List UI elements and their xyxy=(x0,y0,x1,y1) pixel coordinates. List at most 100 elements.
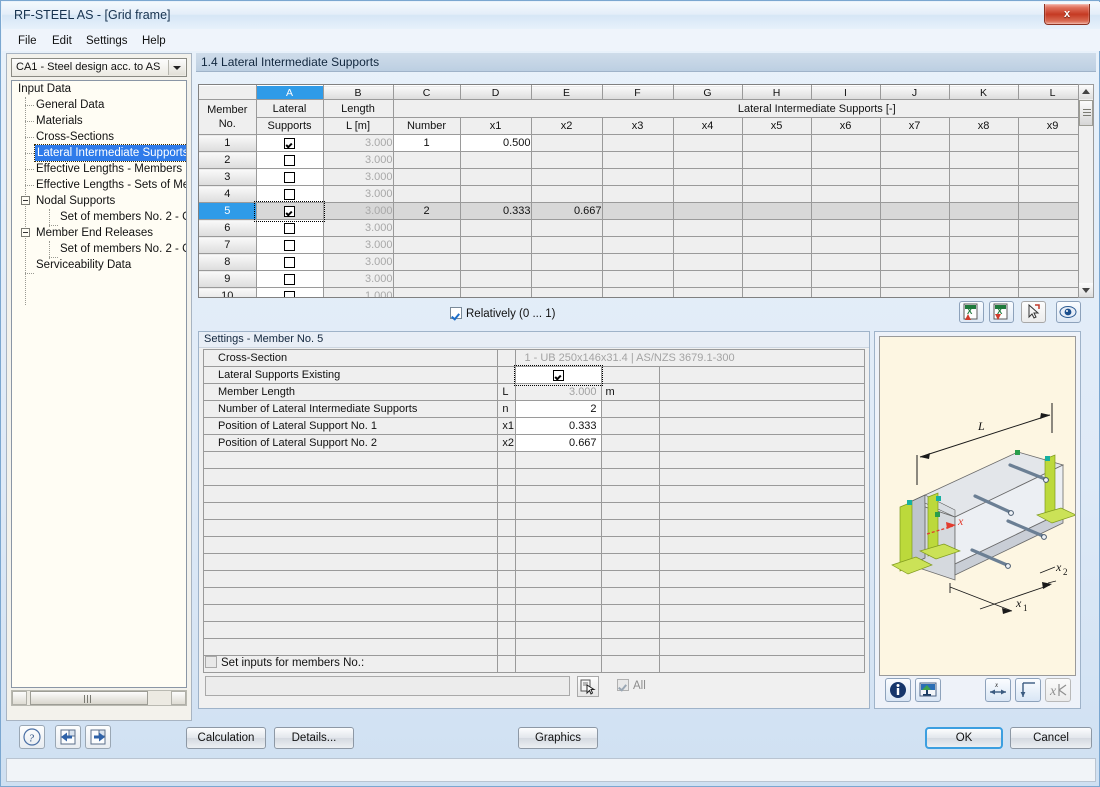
tree-item-effective-lengths-sets-of-members[interactable]: Effective Lengths - Sets of Men xyxy=(36,177,186,193)
grid-col-J[interactable]: J xyxy=(880,85,950,100)
cell-x1[interactable]: 0.500 xyxy=(460,134,532,152)
tree-item-serviceability-data[interactable]: Serviceability Data xyxy=(36,257,131,273)
cell-x6[interactable] xyxy=(811,168,881,186)
tree-item-nodal-supports-set-2[interactable]: Set of members No. 2 - Gird xyxy=(60,209,186,225)
tree-expander-member-end-releases[interactable] xyxy=(21,228,30,237)
import-from-excel-icon[interactable]: X xyxy=(959,301,984,323)
cell-lateral-supports[interactable] xyxy=(256,287,324,297)
settings-row-number-of-supports[interactable]: Number of Lateral Intermediate Supports … xyxy=(202,400,866,418)
cell-x4[interactable] xyxy=(673,287,743,297)
cell-x1[interactable] xyxy=(460,253,532,271)
cell-x4[interactable] xyxy=(673,219,743,237)
cell-number[interactable] xyxy=(393,185,461,203)
cell-x2[interactable] xyxy=(531,151,603,169)
grid-col-C[interactable]: C xyxy=(393,85,461,100)
cell-x8[interactable] xyxy=(949,253,1019,271)
checkbox-lateral-supports[interactable] xyxy=(284,188,295,200)
cell-lateral-supports[interactable] xyxy=(256,219,324,237)
cell-x4[interactable] xyxy=(673,185,743,203)
cell-length[interactable]: 3.000 xyxy=(323,151,394,169)
table-row[interactable]: 7 3.000 xyxy=(199,236,1080,254)
table-row[interactable]: 2 3.000 xyxy=(199,151,1080,169)
set-inputs-input[interactable] xyxy=(205,676,570,696)
cell-x7[interactable] xyxy=(880,202,950,220)
cell-x5[interactable] xyxy=(742,236,812,254)
cell-number[interactable] xyxy=(393,270,461,288)
scroll-up-icon[interactable] xyxy=(1079,85,1093,99)
table-row[interactable]: 10 1.000 xyxy=(199,287,1080,297)
checkbox-box[interactable] xyxy=(617,679,629,691)
cell-x2[interactable] xyxy=(531,219,603,237)
row-header[interactable]: 8 xyxy=(199,253,257,271)
settings-row-cross-section[interactable]: Cross-Section 1 - UB 250x146x31.4 | AS/N… xyxy=(202,349,865,367)
cell-x3[interactable] xyxy=(602,151,674,169)
grid-col-E[interactable]: E xyxy=(531,85,603,100)
cell-x2[interactable] xyxy=(531,253,603,271)
checkbox-lateral-supports[interactable] xyxy=(284,171,295,183)
cell-x9[interactable] xyxy=(1018,236,1080,254)
cell-x4[interactable] xyxy=(673,202,743,220)
row-header[interactable]: 6 xyxy=(199,219,257,237)
cell-x9[interactable] xyxy=(1018,202,1080,220)
cell-x3[interactable] xyxy=(602,219,674,237)
settings-row-empty[interactable] xyxy=(202,536,866,554)
cell-x9[interactable] xyxy=(1018,287,1080,297)
settings-row-empty[interactable] xyxy=(202,604,866,622)
cell-x5[interactable] xyxy=(742,151,812,169)
settings-checkbox-cell[interactable] xyxy=(513,364,604,386)
grid-col-H[interactable]: H xyxy=(742,85,812,100)
cell-x7[interactable] xyxy=(880,270,950,288)
cell-x4[interactable] xyxy=(673,236,743,254)
cell-x2[interactable] xyxy=(531,168,603,186)
menu-item-settings[interactable]: Settings xyxy=(80,33,134,49)
pick-from-model-icon[interactable] xyxy=(1021,301,1046,323)
cell-x2[interactable] xyxy=(531,287,603,297)
cell-length[interactable]: 3.000 xyxy=(323,134,394,152)
cell-x3[interactable] xyxy=(602,270,674,288)
pick-members-icon[interactable] xyxy=(577,676,599,697)
cell-x3[interactable] xyxy=(602,168,674,186)
checkbox-lateral-supports-existing[interactable] xyxy=(552,369,564,381)
cell-length[interactable]: 1.000 xyxy=(323,287,394,297)
cell-x8[interactable] xyxy=(949,134,1019,152)
row-header[interactable]: 1 xyxy=(199,134,257,152)
cell-x3[interactable] xyxy=(602,202,674,220)
cell-x7[interactable] xyxy=(880,253,950,271)
graphics-button[interactable]: Graphics xyxy=(518,727,598,749)
cell-x1[interactable] xyxy=(460,151,532,169)
cell-number[interactable]: 1 xyxy=(393,134,461,152)
cell-number[interactable] xyxy=(393,168,461,186)
render-mode-icon[interactable] xyxy=(915,678,941,702)
cell-x7[interactable] xyxy=(880,185,950,203)
dimension-horizontal-icon[interactable]: x xyxy=(985,678,1011,702)
cell-x7[interactable] xyxy=(880,151,950,169)
cell-x6[interactable] xyxy=(811,151,881,169)
cell-length[interactable]: 3.000 xyxy=(323,270,394,288)
tree-item-general-data[interactable]: General Data xyxy=(36,97,104,113)
table-row[interactable]: 1 3.000 1 0.500 xyxy=(199,134,1080,152)
cell-x8[interactable] xyxy=(949,168,1019,186)
cell-length[interactable]: 3.000 xyxy=(323,168,394,186)
cell-x8[interactable] xyxy=(949,219,1019,237)
row-header[interactable]: 3 xyxy=(199,168,257,186)
cell-x5[interactable] xyxy=(742,202,812,220)
cell-lateral-supports[interactable] xyxy=(256,253,324,271)
settings-row-empty[interactable] xyxy=(202,519,866,537)
cell-x2[interactable] xyxy=(531,185,603,203)
checkbox-lateral-supports[interactable] xyxy=(284,222,295,234)
table-row[interactable]: 3 3.000 xyxy=(199,168,1080,186)
cell-x9[interactable] xyxy=(1018,151,1080,169)
settings-row-empty[interactable] xyxy=(202,621,866,639)
cell-x9[interactable] xyxy=(1018,270,1080,288)
design-case-selector[interactable]: CA1 - Steel design acc. to AS xyxy=(11,58,187,77)
next-page-icon[interactable] xyxy=(85,725,111,749)
cell-length[interactable]: 3.000 xyxy=(323,253,394,271)
cell-x6[interactable] xyxy=(811,253,881,271)
details-button[interactable]: Details... xyxy=(274,727,354,749)
cell-x7[interactable] xyxy=(880,287,950,297)
cell-x4[interactable] xyxy=(673,134,743,152)
checkbox-lateral-supports[interactable] xyxy=(284,154,295,166)
cell-length[interactable]: 3.000 xyxy=(323,185,394,203)
cell-x3[interactable] xyxy=(602,185,674,203)
table-row[interactable]: 5 3.000 2 0.333 0.667 xyxy=(199,200,1080,222)
